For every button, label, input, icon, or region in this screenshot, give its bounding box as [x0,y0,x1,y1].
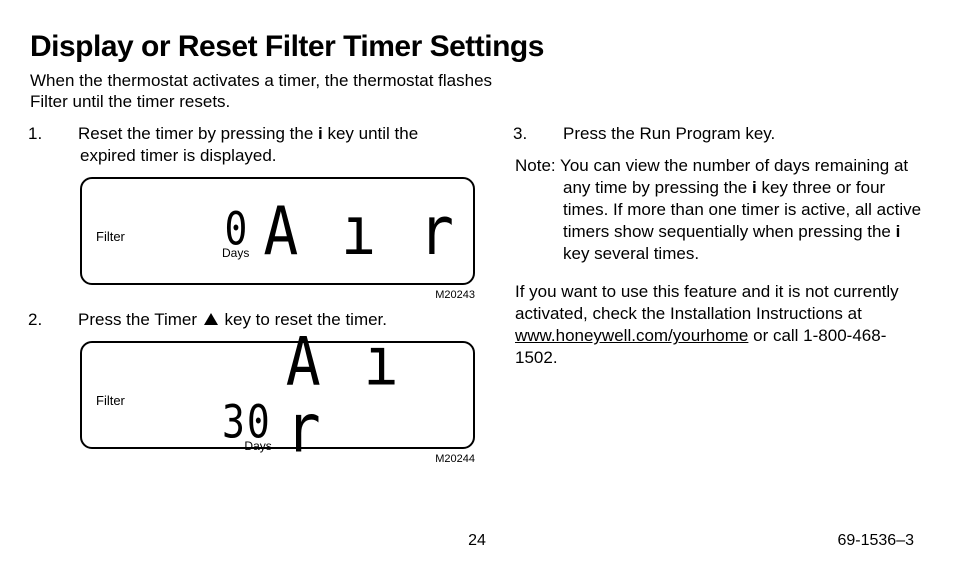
lcd1-air: A ı r [263,197,458,264]
note-block: Note: You can view the number of days re… [515,155,924,265]
i-key-3: i [896,222,901,241]
lcd-screen-1: Filter 0 Days A ı r [80,177,475,285]
step-1-number: 1. [54,123,78,145]
step-3-number: 3. [539,123,563,145]
para-text-a: If you want to use this feature and it i… [515,282,899,323]
step-1-text-a: Reset the timer by pressing the [78,124,318,143]
honeywell-link[interactable]: www.honeywell.com/yourhome [515,326,748,345]
content-columns: 1.Reset the timer by pressing the i key … [30,123,924,473]
intro-text: When the thermostat activates a timer, t… [30,70,500,113]
lcd1-filter-label: Filter [96,229,125,244]
lcd-screen-2: Filter 30 Days A ı r [80,341,475,449]
step-3: 3.Press the Run Program key. [515,123,924,145]
step-2-number: 2. [54,309,78,331]
lcd2-air: A ı r [286,328,473,461]
left-column: 1.Reset the timer by pressing the i key … [30,123,475,473]
lcd-figure-2: Filter 30 Days A ı r [80,341,475,449]
step-1: 1.Reset the timer by pressing the i key … [30,123,475,167]
steps-right: 3.Press the Run Program key. [515,123,924,145]
steps-left: 1.Reset the timer by pressing the i key … [30,123,475,167]
page-number: 24 [468,532,486,550]
note-label: Note: [515,156,556,175]
activation-paragraph: If you want to use this feature and it i… [515,281,924,369]
lcd-figure-1: Filter 0 Days A ı r [80,177,475,285]
right-column: 3.Press the Run Program key. Note: You c… [515,123,924,473]
step-2-text-a: Press the Timer [78,310,202,329]
page-footer: 24 69-1536–3 [0,532,954,550]
lcd2-value: 30 [222,399,272,445]
lcd1-value: 0 [224,206,249,252]
lcd2-filter-label: Filter [96,393,125,408]
page-title: Display or Reset Filter Timer Settings [30,30,924,64]
note-text-c: key several times. [563,244,699,263]
up-triangle-icon [204,313,218,325]
document-number: 69-1536–3 [837,532,914,550]
figure-1-code: M20243 [30,289,475,301]
step-3-text: Press the Run Program key. [563,124,775,143]
